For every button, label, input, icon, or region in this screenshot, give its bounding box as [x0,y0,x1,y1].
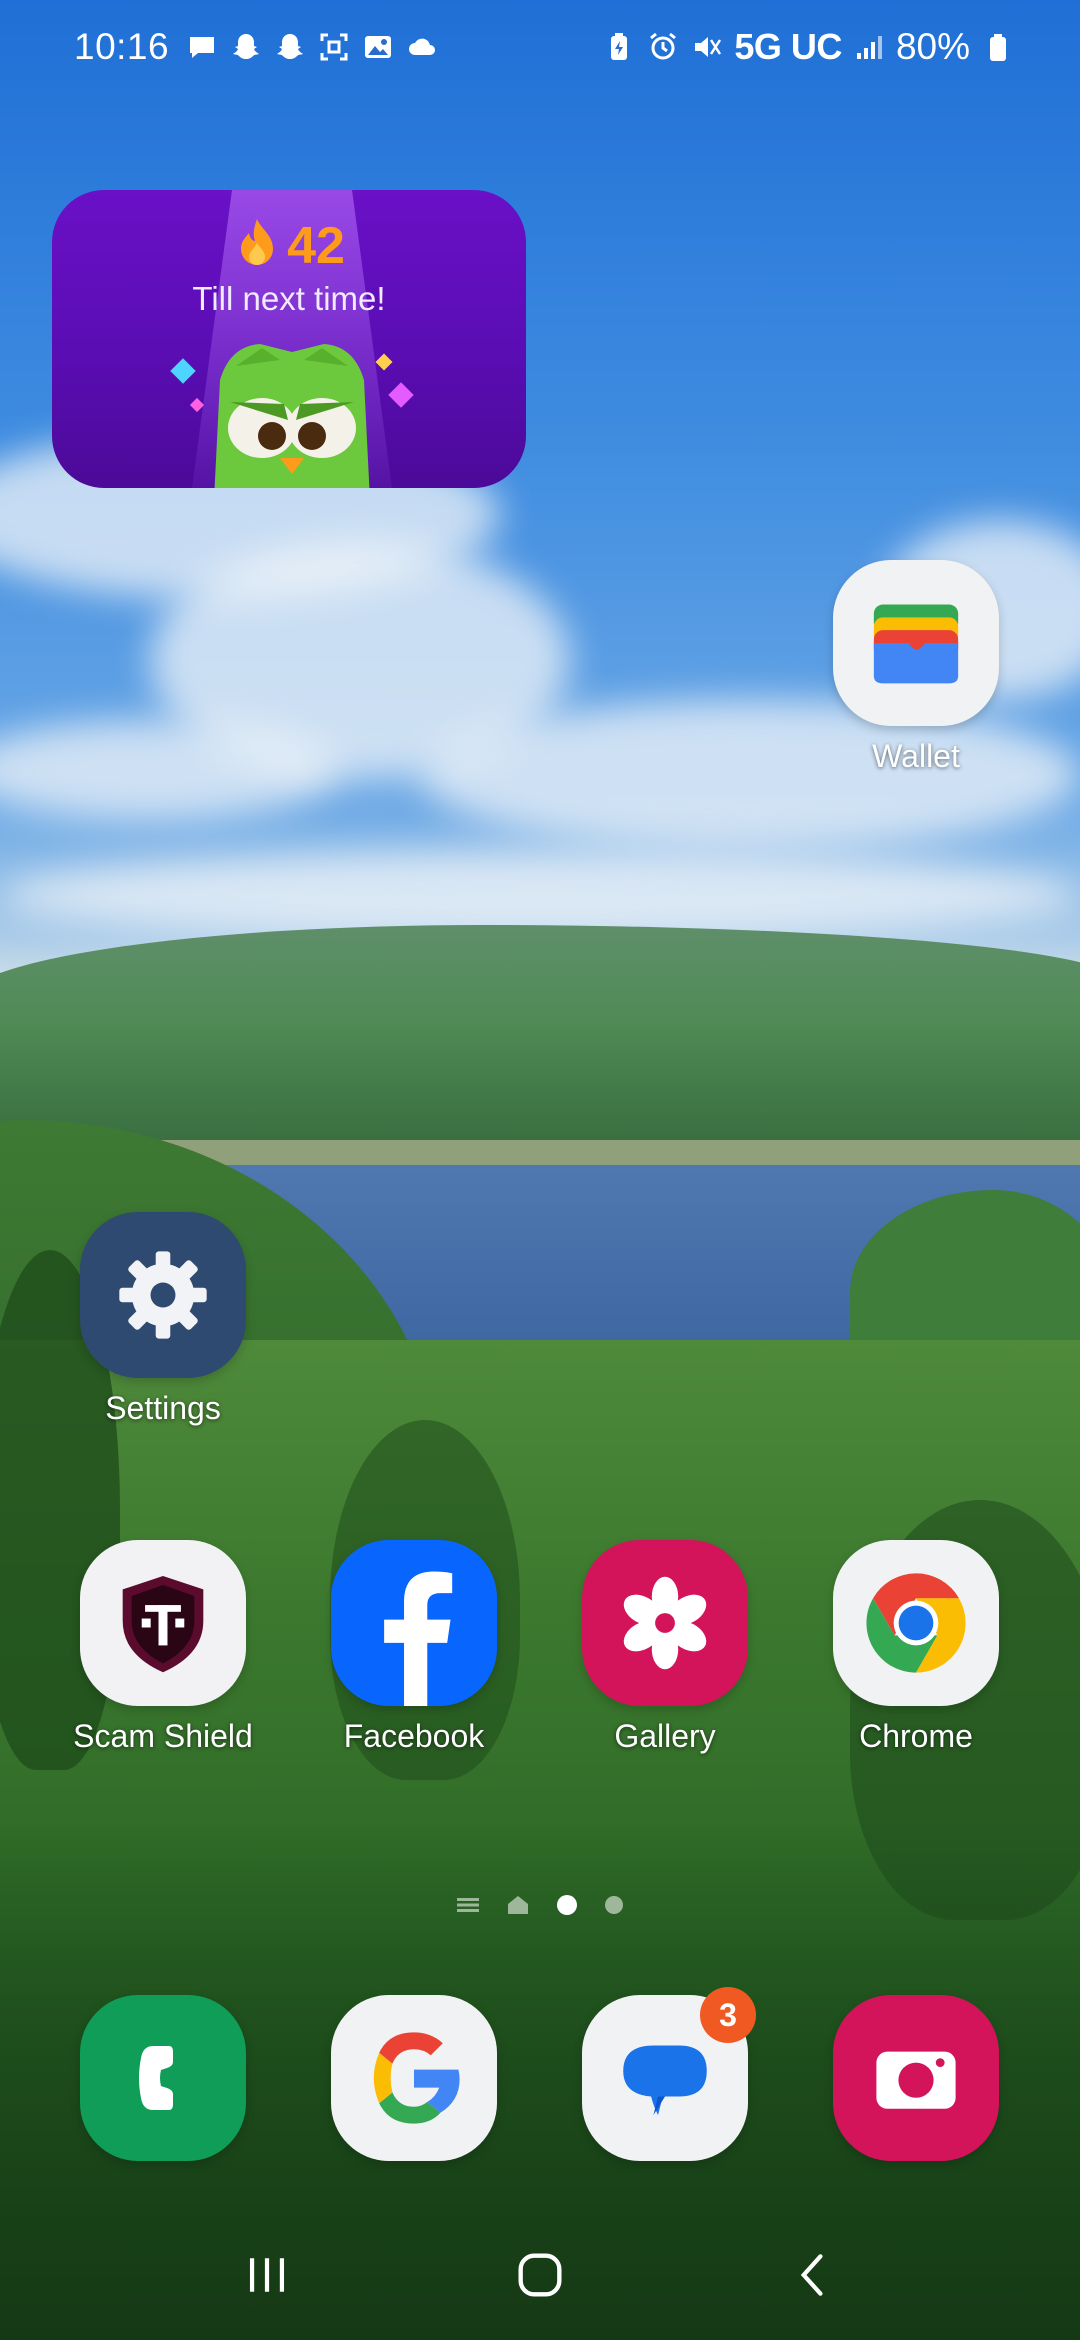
facebook-icon[interactable] [331,1540,497,1706]
app-facebook[interactable]: Facebook [314,1540,514,1755]
clock: 10:16 [74,26,170,67]
app-label: Gallery [614,1718,716,1754]
app-scam-shield[interactable]: Scam Shield [63,1540,263,1755]
phone-icon[interactable] [80,1995,246,2161]
chat-bubble-icon [185,30,219,64]
app-label: Facebook [343,1718,485,1754]
back-icon[interactable] [763,2230,863,2320]
screenshot-icon [317,30,351,64]
snapchat-icon [229,30,263,64]
app-label: Chrome [859,1718,973,1754]
widget-message: Till next time! [192,280,386,317]
sparkle-icon [375,353,393,371]
notification-badge: 3 [700,1987,756,2043]
streak: 42 [52,216,526,276]
owl-mascot-icon [214,344,370,488]
snapchat-icon [273,30,307,64]
cloud-icon [405,30,439,64]
battery-icon [980,30,1014,64]
alarm-icon [646,30,680,64]
recent-apps-icon[interactable] [217,2230,317,2320]
messages-icon[interactable]: 3 [582,1987,756,2161]
duolingo-widget[interactable]: 42 Till next time! [52,190,526,488]
sparkle-icon [189,397,205,413]
battery-percent: 80% [895,26,970,67]
app-label: Scam Shield [73,1718,253,1754]
status-bar[interactable]: 10:16 5G UC 80% [0,0,1080,100]
google-icon[interactable] [331,1995,497,2161]
sparkle-icon [170,358,196,384]
dock-messages[interactable]: 3 [565,1987,765,2161]
network-type: 5G UC [734,26,842,67]
app-gallery[interactable]: Gallery [565,1540,765,1755]
app-chrome[interactable]: Chrome [816,1540,1016,1755]
page-dot-active[interactable] [557,1895,577,1915]
flame-icon [233,217,281,276]
flower-icon[interactable] [582,1540,748,1706]
camera-icon[interactable] [833,1995,999,2161]
tmobile-shield-icon[interactable] [80,1540,246,1706]
app-label: Wallet [872,738,960,774]
battery-saver-icon [602,30,636,64]
gallery-notification-icon [361,30,395,64]
home-page-icon [507,1895,529,1915]
page-indicator[interactable] [0,1895,1080,1915]
sparkle-icon [388,382,414,408]
app-label: Settings [105,1390,221,1426]
dock-phone[interactable] [63,1995,263,2161]
app-settings[interactable]: Settings [63,1212,263,1427]
dock-google[interactable] [314,1995,514,2161]
home-icon[interactable] [490,2230,590,2320]
app-wallet[interactable]: Wallet [816,560,1016,775]
menu-lines-icon [457,1898,479,1912]
wallet-icon[interactable] [833,560,999,726]
streak-count: 42 [287,217,345,275]
page-dot[interactable] [605,1896,623,1914]
mute-icon [690,30,724,64]
dock-camera[interactable] [816,1995,1016,2161]
gear-icon[interactable] [80,1212,246,1378]
navigation-bar[interactable] [0,2230,1080,2320]
chrome-icon[interactable] [833,1540,999,1706]
signal-icon [852,30,886,64]
